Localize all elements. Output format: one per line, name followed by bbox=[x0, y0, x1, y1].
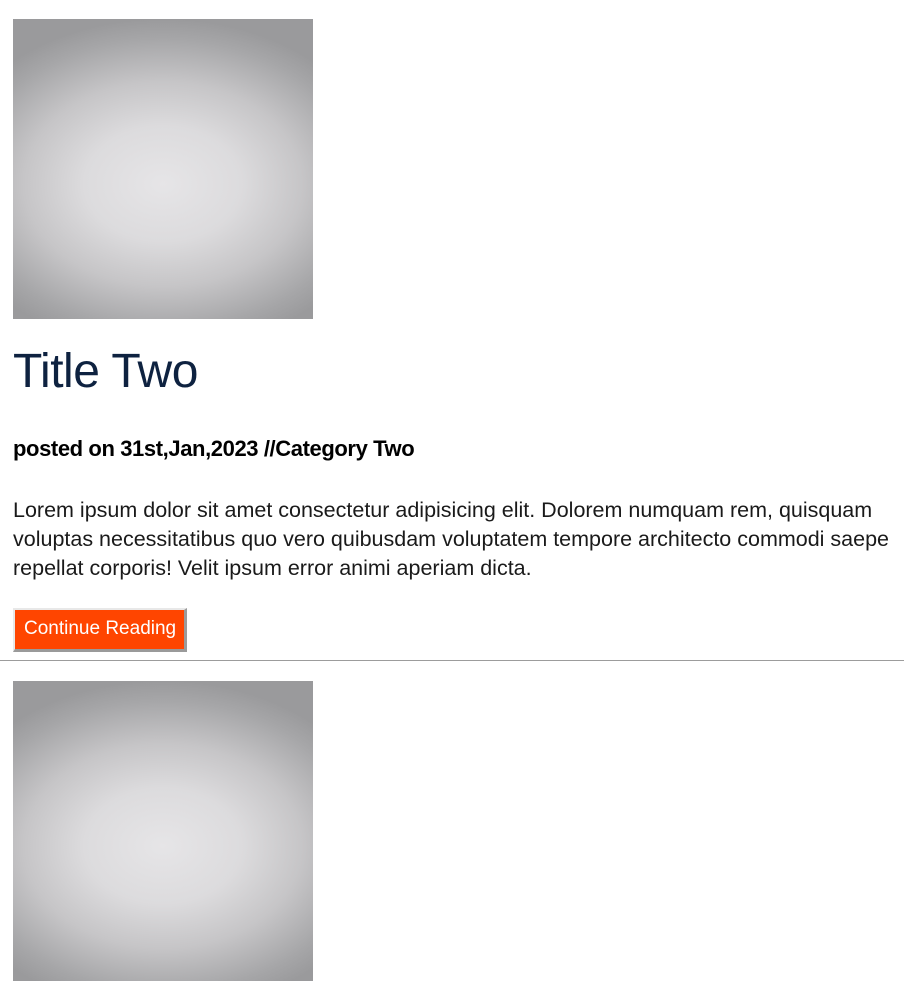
post-excerpt: Lorem ipsum dolor sit amet consectetur a… bbox=[13, 498, 890, 580]
post-meta: posted on 31st,Jan,2023 //Category Two bbox=[13, 436, 415, 461]
post-title: Title Two bbox=[13, 345, 198, 398]
post-thumbnail bbox=[13, 681, 313, 981]
blog-post: Title Two posted on 31st,Jan,2023 //Cate… bbox=[0, 0, 904, 652]
post-divider bbox=[0, 660, 904, 661]
continue-reading-button[interactable]: Continue Reading bbox=[13, 608, 188, 652]
post-thumbnail bbox=[13, 19, 313, 319]
blog-post bbox=[13, 681, 313, 981]
